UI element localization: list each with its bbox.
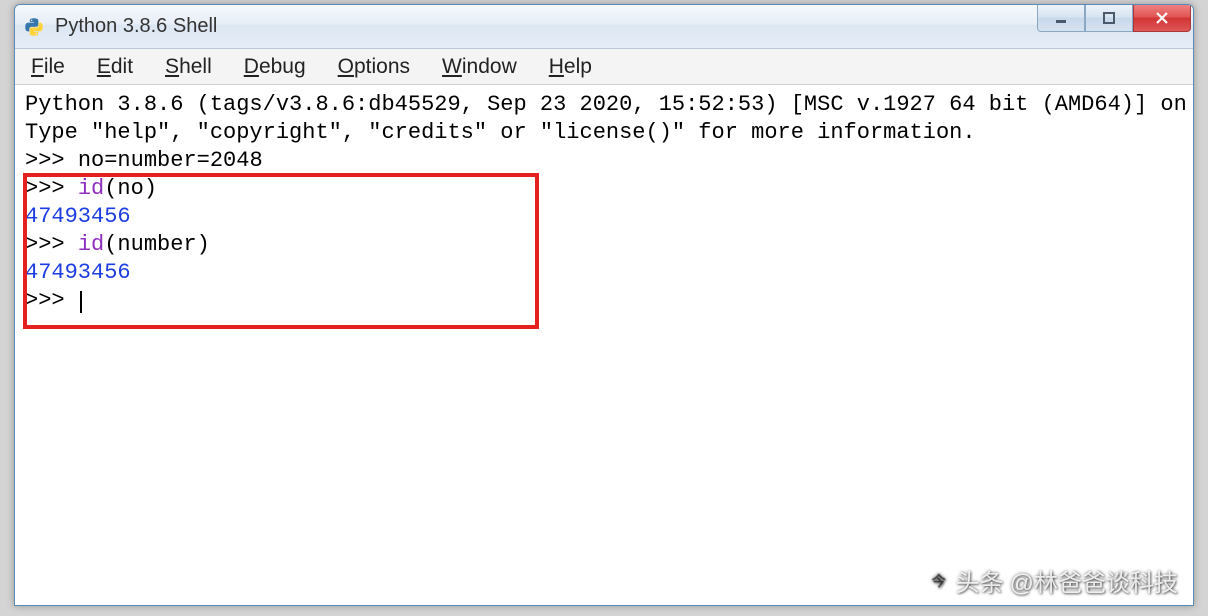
- output-2: 47493456: [25, 260, 131, 285]
- app-window: Python 3.8.6 Shell File Edit Shell Debug…: [14, 4, 1194, 606]
- output-1: 47493456: [25, 204, 131, 229]
- banner-line1: Python 3.8.6 (tags/v3.8.6:db45529, Sep 2…: [25, 92, 1193, 117]
- menu-window[interactable]: Window: [438, 53, 521, 81]
- menu-options[interactable]: Options: [334, 53, 414, 81]
- menu-help[interactable]: Help: [545, 53, 596, 81]
- args-2: (number): [104, 232, 210, 257]
- menu-debug[interactable]: Debug: [240, 53, 310, 81]
- minimize-button[interactable]: [1037, 4, 1085, 32]
- maximize-button[interactable]: [1085, 4, 1133, 32]
- titlebar[interactable]: Python 3.8.6 Shell: [15, 5, 1193, 49]
- banner-line2: Type "help", "copyright", "credits" or "…: [25, 120, 976, 145]
- python-icon: [23, 16, 45, 38]
- text-cursor: [80, 291, 82, 313]
- prompt: >>>: [25, 288, 78, 313]
- prompt: >>>: [25, 148, 78, 173]
- menu-shell[interactable]: Shell: [161, 53, 216, 81]
- menubar: File Edit Shell Debug Options Window Hel…: [15, 49, 1193, 85]
- window-controls: [1037, 4, 1191, 32]
- args-1: (no): [104, 176, 157, 201]
- menu-edit[interactable]: Edit: [93, 53, 137, 81]
- shell-content[interactable]: Python 3.8.6 (tags/v3.8.6:db45529, Sep 2…: [15, 85, 1193, 605]
- close-button[interactable]: [1133, 4, 1191, 32]
- menu-file[interactable]: File: [27, 53, 69, 81]
- prompt: >>>: [25, 232, 78, 257]
- window-title: Python 3.8.6 Shell: [55, 15, 217, 38]
- prompt: >>>: [25, 176, 78, 201]
- input-1: no=number=2048: [78, 148, 263, 173]
- builtin-id: id: [78, 232, 104, 257]
- builtin-id: id: [78, 176, 104, 201]
